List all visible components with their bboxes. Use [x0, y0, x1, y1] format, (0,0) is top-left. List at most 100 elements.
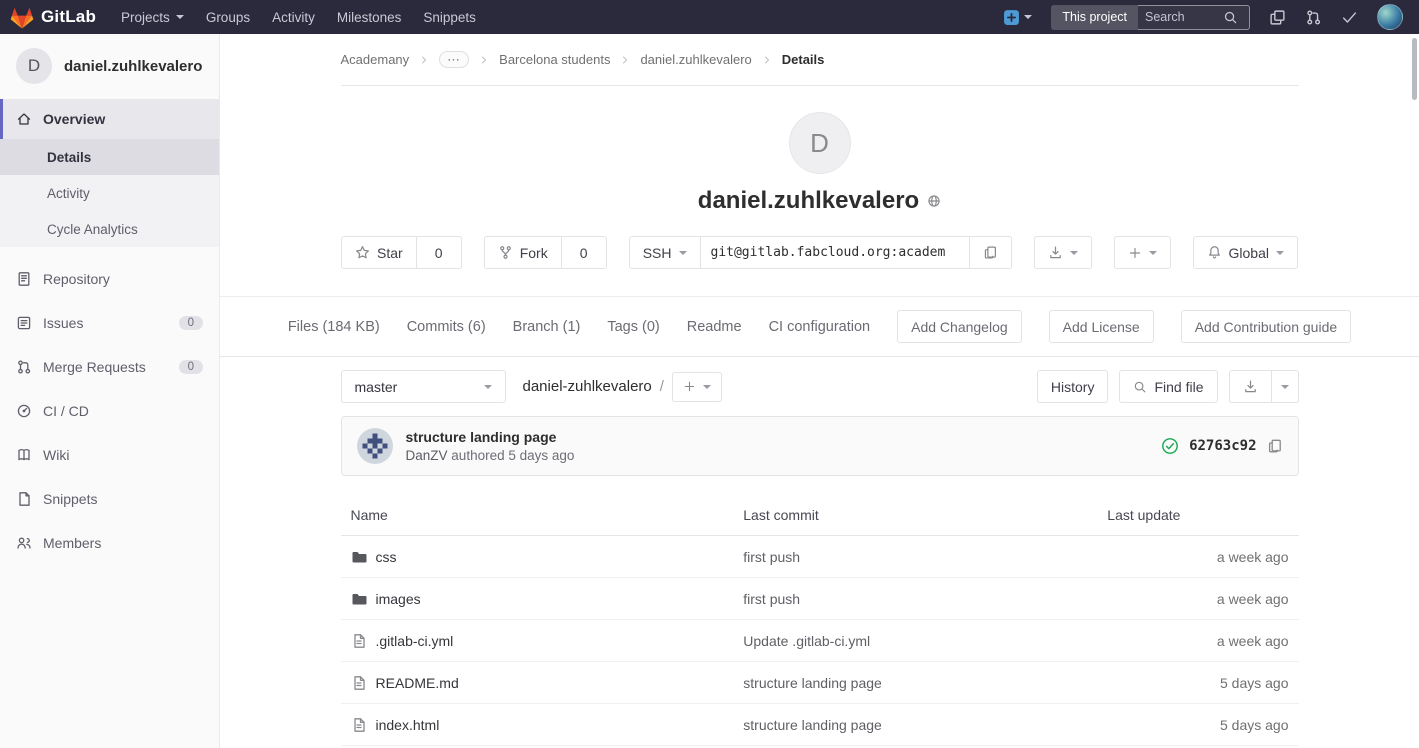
fork-count[interactable]: 0 — [560, 236, 607, 269]
sidebar-project-header[interactable]: D daniel.zuhlkevalero — [0, 34, 219, 99]
add-changelog-button[interactable]: Add Changelog — [897, 310, 1022, 343]
merge-requests-icon[interactable] — [1305, 9, 1322, 26]
tab-commits[interactable]: Commits (6) — [407, 319, 486, 335]
chevron-down-icon — [1280, 384, 1289, 389]
notifications-dropdown[interactable]: Global — [1192, 236, 1298, 269]
download-format-dropdown[interactable] — [1270, 370, 1299, 403]
global-search: This project — [1051, 4, 1250, 30]
table-row[interactable]: index.html structure landing page 5 days… — [340, 703, 1299, 746]
plus-square-icon — [1003, 9, 1020, 26]
tab-tags[interactable]: Tags (0) — [607, 319, 659, 335]
search-input[interactable] — [1145, 10, 1223, 24]
chevron-down-icon — [483, 384, 492, 389]
path-separator: / — [659, 378, 664, 395]
file-icon — [351, 717, 367, 733]
search-box[interactable] — [1138, 4, 1250, 30]
chevron-down-icon — [1275, 250, 1284, 255]
protocol-dropdown[interactable]: SSH — [628, 236, 701, 269]
breadcrumb-academany[interactable]: Academany — [341, 52, 410, 67]
main-content: Academany ⋯ Barcelona students daniel.zu… — [220, 0, 1419, 746]
tab-ci-configuration[interactable]: CI configuration — [769, 319, 871, 335]
add-contribution-guide-button[interactable]: Add Contribution guide — [1180, 310, 1352, 343]
table-row[interactable]: .gitlab-ci.yml Update .gitlab-ci.yml a w… — [340, 619, 1299, 662]
new-item-dropdown[interactable] — [1113, 236, 1171, 269]
project-sidebar: D daniel.zuhlkevalero Overview Details A… — [0, 34, 220, 748]
tab-branch[interactable]: Branch (1) — [513, 319, 581, 335]
sidebar-item-details[interactable]: Details — [0, 139, 219, 175]
new-dropdown[interactable] — [1003, 9, 1033, 26]
commit-message-link[interactable]: structure landing page — [406, 429, 575, 445]
folder-icon — [351, 549, 367, 565]
sidebar-item-snippets[interactable]: Snippets — [0, 477, 219, 521]
download-icon — [1048, 245, 1063, 260]
commit-sha[interactable]: 62763c92 — [1189, 438, 1256, 454]
fork-button[interactable]: Fork — [483, 236, 562, 269]
star-icon — [355, 245, 370, 260]
user-avatar[interactable] — [1377, 4, 1403, 30]
nav-milestones[interactable]: Milestones — [326, 0, 413, 34]
issues-icon — [17, 316, 31, 330]
project-name: daniel.zuhlkevalero — [64, 57, 203, 75]
sidebar-item-cycle-analytics[interactable]: Cycle Analytics — [0, 211, 219, 247]
file-icon — [351, 675, 367, 691]
sidebar-item-overview[interactable]: Overview — [0, 99, 219, 139]
project-nav: Files (184 KB) Commits (6) Branch (1) Ta… — [220, 297, 1419, 357]
sidebar-item-issues[interactable]: Issues 0 — [0, 301, 219, 345]
commit-author-avatar[interactable] — [356, 428, 393, 464]
todos-icon[interactable] — [1341, 9, 1358, 26]
chevron-down-icon — [1148, 250, 1157, 255]
snippets-icon — [19, 492, 30, 506]
table-row[interactable]: README.md structure landing page 5 days … — [340, 661, 1299, 704]
ci-cd-icon — [17, 404, 31, 418]
column-header-name: Name — [340, 495, 734, 536]
chevron-right-icon — [478, 54, 490, 66]
copy-url-button[interactable] — [968, 236, 1012, 269]
chevron-right-icon — [418, 54, 430, 66]
tab-readme[interactable]: Readme — [687, 319, 742, 335]
history-button[interactable]: History — [1036, 370, 1109, 403]
tree-path-root[interactable]: daniel-zuhlkevalero — [523, 378, 652, 395]
nav-groups[interactable]: Groups — [195, 0, 261, 34]
download-icon — [1243, 379, 1258, 394]
sidebar-item-ci-cd[interactable]: CI / CD — [0, 389, 219, 433]
nav-projects[interactable]: Projects — [110, 0, 195, 34]
breadcrumb-project[interactable]: daniel.zuhlkevalero — [640, 52, 751, 67]
tree-toolbar: master daniel-zuhlkevalero / History Fin… — [340, 370, 1299, 403]
sidebar-item-members[interactable]: Members — [0, 521, 219, 565]
add-license-button[interactable]: Add License — [1048, 310, 1154, 343]
sidebar-item-merge-requests[interactable]: Merge Requests 0 — [0, 345, 219, 389]
breadcrumb-ellipsis-button[interactable]: ⋯ — [439, 51, 470, 68]
search-scope-badge[interactable]: This project — [1051, 4, 1138, 30]
wiki-icon — [18, 449, 30, 461]
search-icon — [1223, 10, 1238, 25]
clone-url-input[interactable] — [699, 236, 970, 269]
project-actions: Star 0 Fork 0 SSH git@gitlab.fabcloud.or… — [220, 236, 1419, 269]
chevron-right-icon — [761, 54, 773, 66]
chevron-down-icon — [702, 384, 711, 389]
download-dropdown[interactable] — [1033, 236, 1092, 269]
pipeline-success-icon[interactable] — [1161, 437, 1179, 455]
sidebar-item-activity[interactable]: Activity — [0, 175, 219, 211]
commit-author-link[interactable]: DanZV — [406, 448, 448, 463]
table-row[interactable]: css first push a week ago — [340, 535, 1299, 578]
table-row[interactable]: images first push a week ago — [340, 577, 1299, 620]
copy-sha-button[interactable] — [1267, 438, 1283, 454]
star-count[interactable]: 0 — [415, 236, 462, 269]
sidebar-item-wiki[interactable]: Wiki — [0, 433, 219, 477]
dashboard-icon[interactable] — [1269, 9, 1286, 26]
breadcrumb-barcelona-students[interactable]: Barcelona students — [499, 52, 610, 67]
find-file-button[interactable]: Find file — [1119, 370, 1218, 403]
gitlab-logo[interactable]: GitLab — [10, 6, 96, 29]
branch-selector[interactable]: master — [340, 370, 506, 403]
star-button[interactable]: Star — [341, 236, 417, 269]
tab-files[interactable]: Files (184 KB) — [288, 319, 380, 335]
download-archive-button[interactable] — [1228, 370, 1272, 403]
nav-snippets[interactable]: Snippets — [412, 0, 487, 34]
sidebar-item-repository[interactable]: Repository — [0, 257, 219, 301]
last-commit-box: structure landing page DanZV authored 5 … — [340, 416, 1299, 476]
page-scrollbar[interactable] — [1412, 38, 1417, 100]
nav-activity[interactable]: Activity — [261, 0, 326, 34]
chevron-down-icon — [1069, 250, 1078, 255]
add-file-dropdown[interactable] — [671, 371, 722, 402]
